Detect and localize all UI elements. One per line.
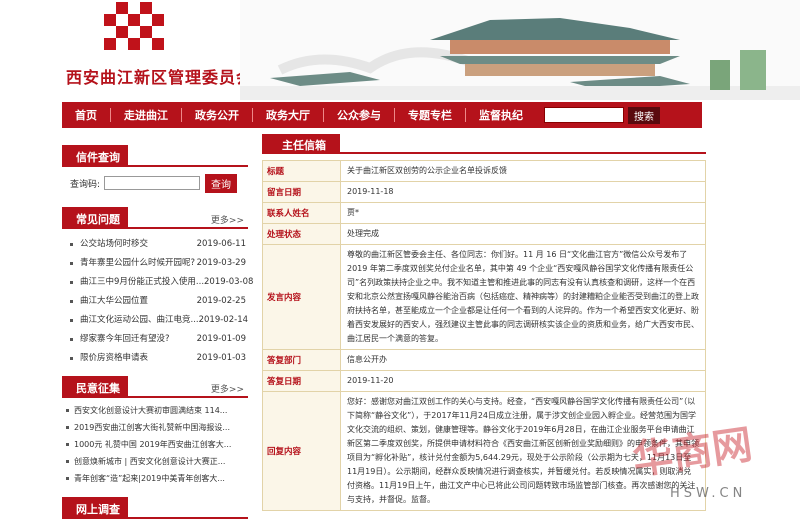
list-item[interactable]: 青年创客“造”起来|2019中美青年创客大... bbox=[62, 470, 248, 487]
row-value: 2019-11-20 bbox=[340, 370, 706, 392]
mailbox-header: 主任信箱 bbox=[262, 134, 706, 154]
row-label: 处理状态 bbox=[262, 223, 341, 245]
faq-item-title[interactable]: 曲江三中9月份能正式投入使用... bbox=[80, 273, 204, 292]
list-item[interactable]: 2019西安曲江创客大街礼赞新中国海报设... bbox=[62, 419, 248, 436]
row-label: 留言日期 bbox=[262, 181, 341, 203]
site-header: 西安曲江新区管理委员会 bbox=[0, 0, 800, 100]
nav-government-affairs[interactable]: 政务公开 bbox=[182, 107, 252, 123]
faq-title: 常见问题 bbox=[62, 207, 128, 229]
query-code-input[interactable] bbox=[104, 176, 201, 190]
faq-item-title[interactable]: 公交站场何时移交 bbox=[80, 235, 148, 254]
row-value: 信息公开办 bbox=[340, 349, 706, 371]
faq-list: 公交站场何时移交 2019-06-11 青年寨里公园什么时候开园呢? 2019-03… bbox=[62, 229, 253, 368]
left-sidebar: 信件查询 查询码: 查询 常见问题 更多>> 公交站场何时移交 2019-06-1… bbox=[62, 145, 253, 519]
letter-query-title: 信件查询 bbox=[62, 145, 128, 167]
faq-item-title[interactable]: 限价房资格申请表 bbox=[80, 349, 148, 368]
row-label: 发言内容 bbox=[262, 244, 341, 350]
opinion-title: 民意征集 bbox=[62, 376, 128, 398]
nav-home[interactable]: 首页 bbox=[62, 107, 110, 123]
row-value: 您好：感谢您对曲江双创工作的关心与支持。经查，“西安嘎风静谷国学文化传播有限责任… bbox=[340, 391, 706, 511]
logo-icon bbox=[104, 2, 168, 58]
table-row: 答复部门 信息公开办 bbox=[262, 349, 706, 371]
faq-header: 常见问题 更多>> bbox=[62, 207, 248, 229]
faq-item-date: 2019-01-03 bbox=[196, 353, 246, 363]
row-label: 答复部门 bbox=[262, 349, 341, 371]
main-nav: 首页 走进曲江 政务公开 政务大厅 公众参与 专题专栏 监督执纪 搜索 bbox=[62, 102, 702, 128]
faq-item-date: 2019-02-25 bbox=[196, 296, 246, 306]
list-item[interactable]: 限价房资格申请表 2019-01-03 bbox=[62, 349, 248, 368]
list-item[interactable]: 曲江文化运动公园、曲江电竞... 2019-02-14 bbox=[62, 311, 248, 330]
search-input[interactable] bbox=[544, 107, 624, 123]
table-row: 答复日期 2019-11-20 bbox=[262, 370, 706, 392]
list-item[interactable]: 创意焕新城市 | 西安文化创意设计大赛正... bbox=[62, 453, 248, 470]
letter-query-header: 信件查询 bbox=[62, 145, 248, 167]
site-title: 西安曲江新区管理委员会 bbox=[66, 68, 254, 87]
list-item[interactable]: 曲江三中9月份能正式投入使用... 2019-03-08 bbox=[62, 273, 253, 292]
table-row: 处理状态 处理完成 bbox=[262, 223, 706, 245]
row-label: 答复日期 bbox=[262, 370, 341, 392]
faq-item-date: 2019-03-08 bbox=[204, 277, 254, 287]
row-value: 尊敬的曲江新区管委会主任、各位同志：你们好。11 月 16 日“文化曲江官方”微… bbox=[340, 244, 706, 350]
opinion-more-link[interactable]: 更多>> bbox=[211, 382, 244, 395]
query-code-label: 查询码: bbox=[70, 179, 101, 190]
list-item[interactable]: 1000元 礼赞中国 2019年西安曲江创客大... bbox=[62, 436, 248, 453]
nav-about-qujiang[interactable]: 走进曲江 bbox=[111, 107, 181, 123]
mailbox-title: 主任信箱 bbox=[262, 134, 340, 154]
list-item[interactable]: 曲江大华公园位置 2019-02-25 bbox=[62, 292, 248, 311]
table-row: 发言内容 尊敬的曲江新区管委会主任、各位同志：你们好。11 月 16 日“文化曲江… bbox=[262, 244, 706, 350]
letter-query-form: 查询码: 查询 bbox=[62, 167, 248, 199]
faq-item-title[interactable]: 青年寨里公园什么时候开园呢? bbox=[80, 254, 195, 273]
row-value: 关于曲江新区双创劳的公示企业名单投诉反馈 bbox=[340, 160, 706, 182]
list-item[interactable]: 青年寨里公园什么时候开园呢? 2019-03-29 bbox=[62, 254, 248, 273]
faq-item-date: 2019-03-29 bbox=[196, 258, 246, 268]
palace-banner-image bbox=[240, 0, 800, 100]
opinion-list: 西安文化创意设计大赛初审圆满结束 114... 2019西安曲江创客大街礼赞新中… bbox=[62, 398, 248, 487]
row-value: 2019-11-18 bbox=[340, 181, 706, 203]
faq-item-date: 2019-01-09 bbox=[196, 334, 246, 344]
faq-item-date: 2019-06-11 bbox=[196, 239, 246, 249]
table-row: 回复内容 您好：感谢您对曲江双创工作的关心与支持。经查，“西安嘎风静谷国学文化传播… bbox=[262, 391, 706, 511]
row-label: 回复内容 bbox=[262, 391, 341, 511]
list-item[interactable]: 缪家寨今年回迁有望没? 2019-01-09 bbox=[62, 330, 248, 349]
faq-more-link[interactable]: 更多>> bbox=[211, 213, 244, 226]
row-label: 联系人姓名 bbox=[262, 202, 341, 224]
table-row: 联系人姓名 贾* bbox=[262, 202, 706, 224]
letter-detail-table: 标题 关于曲江新区双创劳的公示企业名单投诉反馈 留言日期 2019-11-18 联系… bbox=[262, 160, 706, 511]
survey-header: 网上调查 bbox=[62, 497, 248, 519]
nav-public-participation[interactable]: 公众参与 bbox=[324, 107, 394, 123]
table-row: 标题 关于曲江新区双创劳的公示企业名单投诉反馈 bbox=[262, 160, 706, 182]
table-row: 留言日期 2019-11-18 bbox=[262, 181, 706, 203]
faq-item-title[interactable]: 缪家寨今年回迁有望没? bbox=[80, 330, 170, 349]
list-item[interactable]: 西安文化创意设计大赛初审圆满结束 114... bbox=[62, 402, 248, 419]
row-label: 标题 bbox=[262, 160, 341, 182]
faq-item-date: 2019-02-14 bbox=[198, 315, 249, 325]
row-value: 处理完成 bbox=[340, 223, 706, 245]
mailbox-panel: 主任信箱 标题 关于曲江新区双创劳的公示企业名单投诉反馈 留言日期 2019-11-… bbox=[262, 134, 706, 511]
search-button[interactable]: 搜索 bbox=[628, 106, 660, 124]
faq-item-title[interactable]: 曲江文化运动公园、曲江电竞... bbox=[80, 311, 199, 330]
query-button[interactable]: 查询 bbox=[205, 173, 238, 193]
nav-supervision[interactable]: 监督执纪 bbox=[466, 107, 536, 123]
opinion-header: 民意征集 更多>> bbox=[62, 376, 248, 398]
row-value: 贾* bbox=[340, 202, 706, 224]
list-item[interactable]: 公交站场何时移交 2019-06-11 bbox=[62, 235, 248, 254]
faq-item-title[interactable]: 曲江大华公园位置 bbox=[80, 292, 148, 311]
nav-service-hall[interactable]: 政务大厅 bbox=[253, 107, 323, 123]
survey-title: 网上调查 bbox=[62, 497, 128, 519]
nav-special-topics[interactable]: 专题专栏 bbox=[395, 107, 465, 123]
